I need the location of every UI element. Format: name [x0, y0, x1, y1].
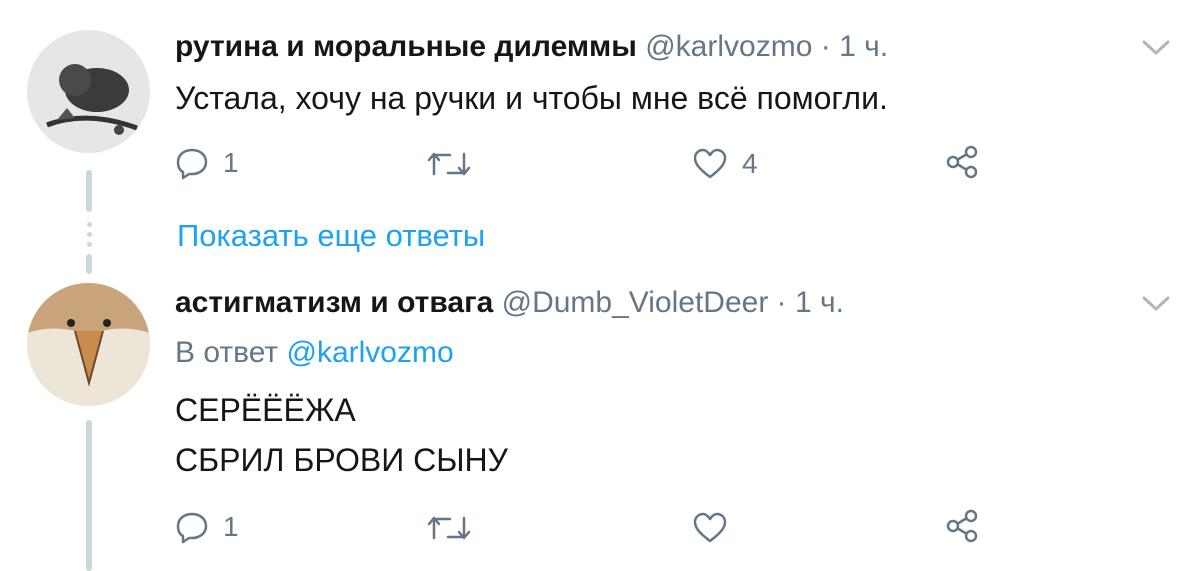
like-icon — [693, 512, 727, 543]
tweet-header: астигматизм и отвага @Dumb_VioletDeer · … — [175, 286, 844, 320]
tweet-text: Устала, хочу на ручки и чтобы мне всё по… — [175, 80, 888, 116]
timestamp[interactable]: 1 ч. — [795, 286, 844, 319]
like-button[interactable]: 4 — [692, 148, 758, 180]
reply-icon — [176, 148, 208, 180]
thread-dot — [87, 222, 92, 227]
share-icon — [946, 145, 978, 179]
user-handle[interactable]: @Dumb_VioletDeer — [502, 286, 769, 319]
tweet-text-line: СЕРЁЁЁЖА — [175, 392, 356, 428]
reply-button[interactable]: 1 — [175, 510, 239, 544]
thread-dot — [87, 242, 92, 247]
share-button[interactable] — [944, 508, 980, 544]
chevron-down-icon[interactable] — [1140, 38, 1172, 58]
thread-line-lower — [86, 254, 92, 274]
tweet-header: рутина и моральные дилеммы @karlvozmo · … — [175, 30, 888, 64]
separator: · — [776, 286, 787, 319]
chevron-down-icon[interactable] — [1140, 294, 1172, 314]
retweet-icon — [427, 516, 471, 540]
like-button[interactable] — [692, 512, 742, 544]
like-icon — [693, 148, 727, 179]
reply-to-mention[interactable]: @karlvozmo — [286, 336, 453, 369]
thread-line — [86, 420, 92, 571]
thread-line-upper — [86, 170, 92, 212]
display-name[interactable]: рутина и моральные дилеммы — [175, 30, 637, 63]
avatar-image — [27, 30, 150, 153]
reply-icon — [176, 512, 208, 544]
display-name[interactable]: астигматизм и отвага — [175, 286, 493, 319]
retweet-button[interactable] — [426, 514, 486, 542]
tweet-text-line: СБРИЛ БРОВИ СЫНУ — [175, 442, 508, 478]
reply-count: 1 — [223, 147, 239, 178]
share-icon — [946, 509, 978, 543]
separator: · — [820, 30, 831, 63]
reply-count: 1 — [223, 511, 239, 542]
reply-button[interactable]: 1 — [175, 146, 239, 180]
avatar-dumb-violetdeer[interactable] — [27, 283, 150, 406]
reply-to-prefix: В ответ — [175, 336, 279, 369]
share-button[interactable] — [944, 144, 980, 180]
reply-to-line: В ответ @karlvozmo — [175, 336, 454, 370]
user-handle[interactable]: @karlvozmo — [645, 30, 812, 63]
avatar-karlvozmo[interactable] — [27, 30, 150, 153]
avatar-image — [27, 283, 150, 406]
show-more-replies-link[interactable]: Показать еще ответы — [177, 218, 485, 254]
retweet-button[interactable] — [426, 150, 486, 178]
thread-dot — [87, 232, 92, 237]
like-count: 4 — [742, 148, 758, 179]
timestamp[interactable]: 1 ч. — [839, 30, 888, 63]
retweet-icon — [427, 152, 471, 176]
